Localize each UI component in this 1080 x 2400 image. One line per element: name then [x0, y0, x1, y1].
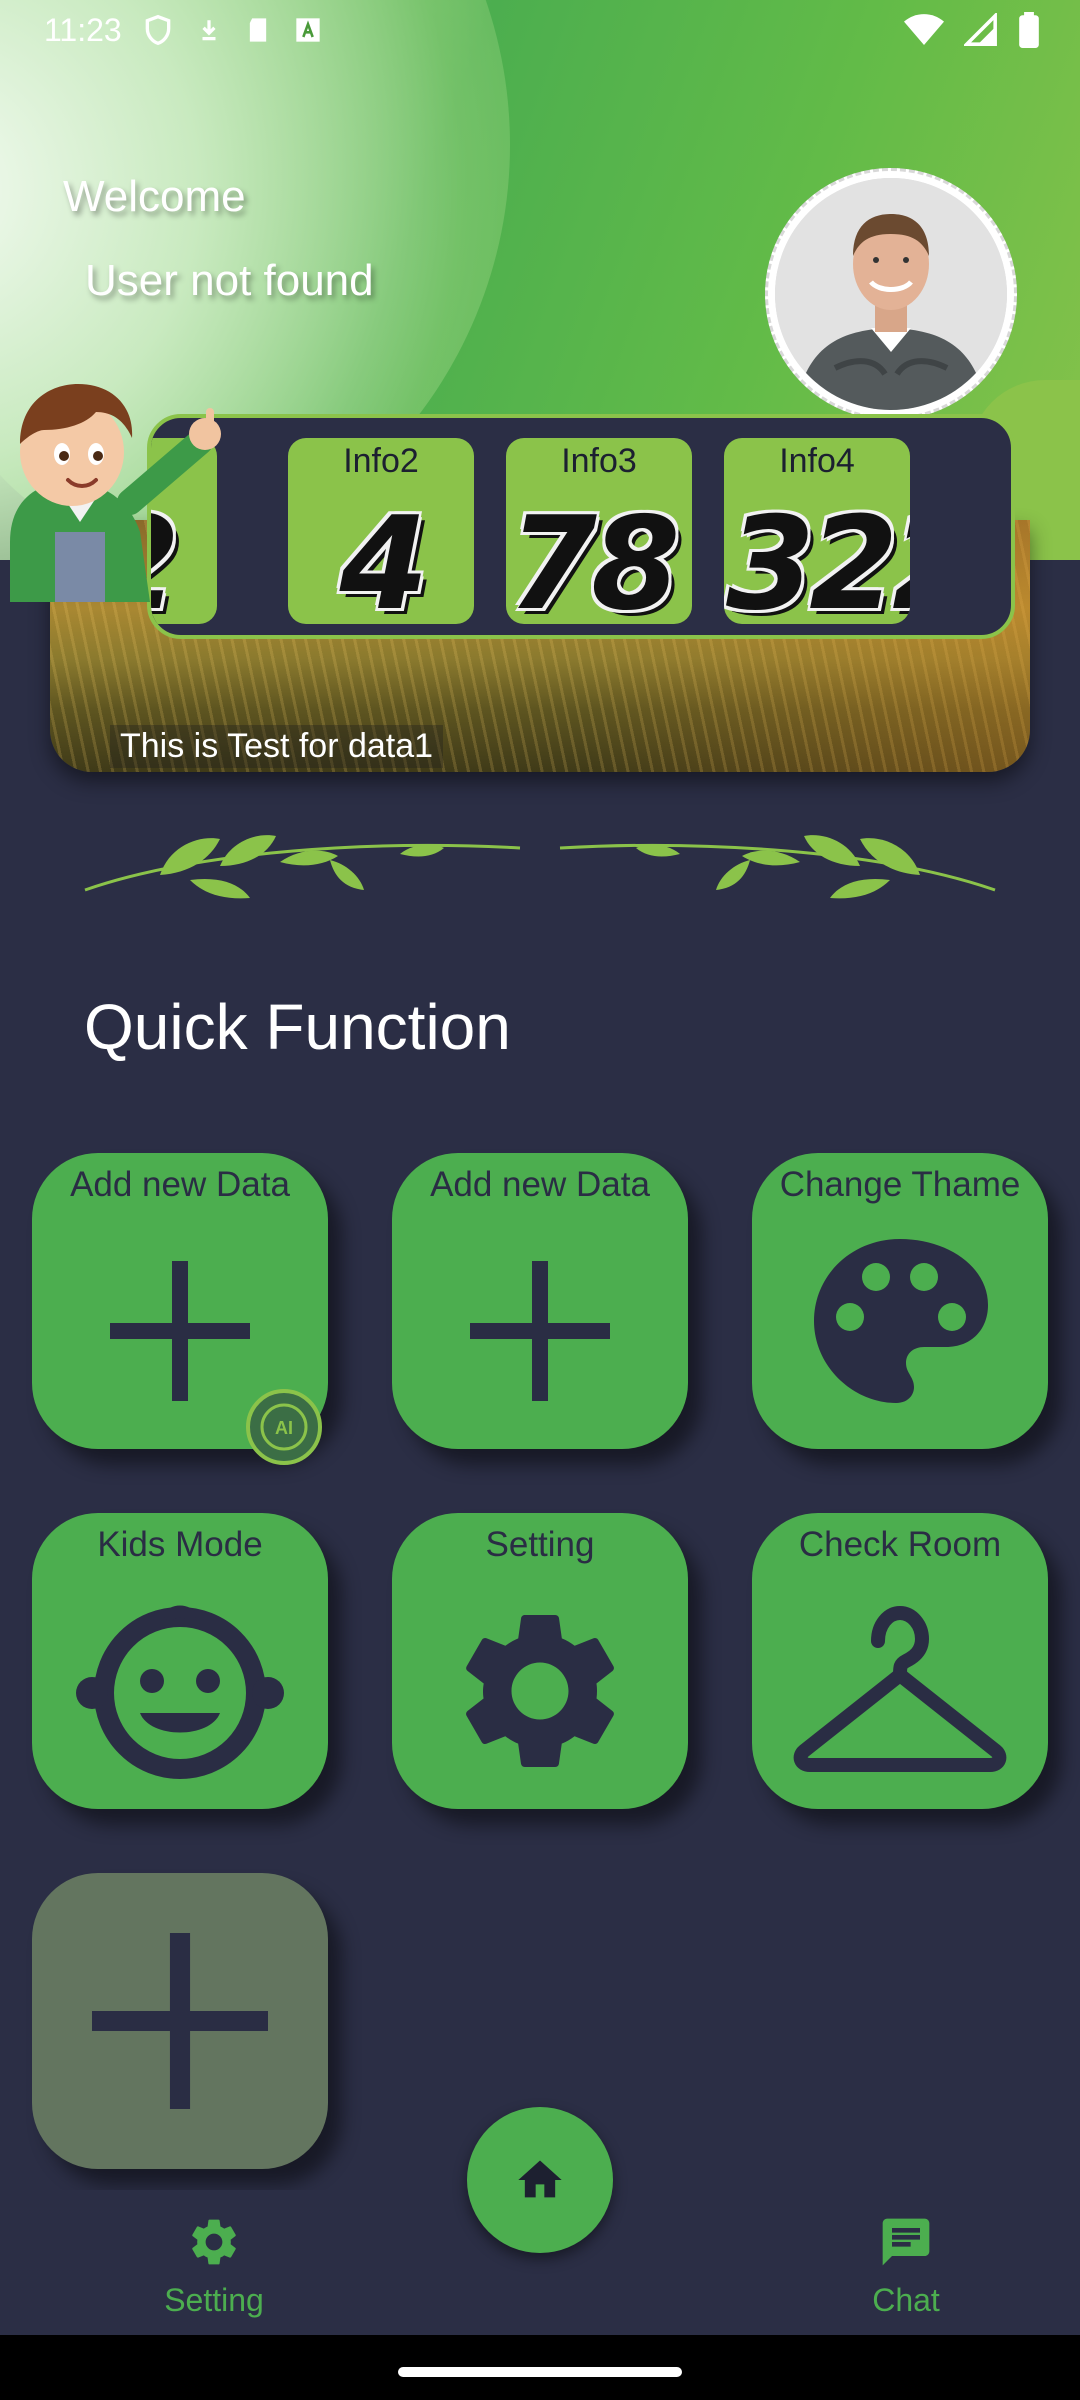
cell-signal-icon: [964, 13, 997, 46]
nav-setting-label: Setting: [164, 2282, 264, 2318]
gear-icon: [466, 1614, 614, 1767]
sd-card-icon: [249, 18, 266, 42]
hanger-icon: [793, 1605, 1007, 1772]
nav-setting[interactable]: Setting: [114, 2214, 314, 2319]
status-time: 11:23: [44, 11, 122, 48]
tile-label: Add new Data: [70, 1165, 290, 1204]
info-card-2[interactable]: Info2 4: [288, 438, 474, 624]
home-button[interactable]: [467, 2107, 613, 2253]
change-theme-tile[interactable]: Change Thame: [752, 1153, 1048, 1449]
plus-icon: [110, 1261, 250, 1401]
info-card-3[interactable]: Info3 78: [506, 438, 692, 624]
welcome-text: Welcome: [63, 172, 246, 221]
profile-avatar[interactable]: [765, 168, 1017, 420]
username-text: User not found: [85, 256, 374, 305]
nav-chat-label: Chat: [872, 2282, 940, 2318]
tile-label: Setting: [485, 1525, 595, 1564]
cartoon-kid-illustration: [10, 384, 221, 602]
text-a-icon: [296, 18, 320, 42]
avatar-photo: [775, 178, 1007, 410]
wifi-icon: [904, 14, 944, 45]
tile-label: Kids Mode: [97, 1525, 263, 1564]
tile-label: Change Thame: [779, 1165, 1021, 1204]
download-icon: [202, 20, 216, 41]
status-bar: 11:23: [0, 0, 1080, 60]
ai-badge-text: AI: [275, 1418, 293, 1438]
battery-icon: [1019, 12, 1039, 48]
info-card-4[interactable]: Info4 322: [724, 438, 910, 624]
home-icon: [518, 2160, 562, 2198]
tile-label: Check Room: [798, 1525, 1002, 1564]
child-face-icon: [76, 1605, 284, 1779]
kids-mode-tile[interactable]: Kids Mode: [32, 1513, 328, 1809]
nav-chat[interactable]: Chat: [806, 2214, 1006, 2319]
info-card-label: Info3: [561, 442, 637, 480]
info-card-label: Info2: [343, 442, 419, 480]
plus-icon: [470, 1261, 610, 1401]
info-carousel[interactable]: 2 Info2 4 Info3 78 Info4 322: [147, 414, 1015, 639]
gear-icon: [192, 2219, 236, 2265]
add-function-tile[interactable]: [32, 1873, 328, 2169]
tile-label: Add new Data: [430, 1165, 650, 1204]
setting-tile[interactable]: Setting: [392, 1513, 688, 1809]
ai-chip-icon: AI: [260, 1403, 308, 1451]
info-card-value: 78: [508, 490, 680, 624]
banner-caption: This is Test for data1: [110, 725, 444, 768]
add-new-data-tile[interactable]: Add new Data: [392, 1153, 688, 1449]
add-new-data-ai-tile[interactable]: Add new Data AI: [32, 1153, 328, 1465]
info-card-value: 4: [339, 490, 428, 624]
gesture-home-bar[interactable]: [398, 2367, 682, 2377]
chat-icon: [882, 2218, 930, 2266]
info-card-label: Info4: [779, 442, 855, 480]
ai-badge: AI: [246, 1389, 322, 1465]
leaf-divider: [84, 835, 996, 899]
shield-icon: [145, 14, 171, 46]
check-room-tile[interactable]: Check Room: [752, 1513, 1048, 1809]
quick-function-title: Quick Function: [84, 991, 511, 1063]
info-card-value: 322: [726, 490, 910, 624]
plus-icon: [92, 1933, 268, 2109]
palette-icon: [814, 1239, 988, 1403]
